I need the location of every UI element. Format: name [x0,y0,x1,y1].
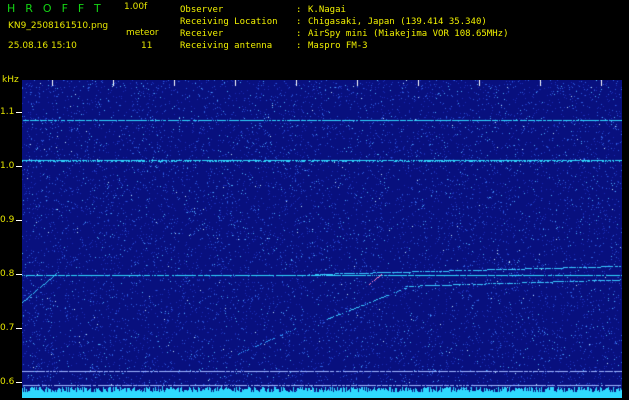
info-row-observer: Observer: K.Nagai [180,4,508,16]
y-tick-label: 1.0 [0,161,15,172]
info-key: Receiver [180,29,224,39]
info-colon: : [296,5,302,15]
spectrogram-canvas [22,80,622,398]
y-tick-label: 0.8 [0,269,15,280]
info-colon: : [296,41,302,51]
info-value: K.Nagai [308,5,346,15]
spectrogram-plot[interactable] [22,80,622,398]
y-tick-label: 1.1 [0,107,15,118]
info-row-receiver: Receiver: AirSpy mini (Miakejima VOR 108.… [180,28,508,40]
file-name: KN9_2508161510.png [8,21,109,31]
info-key: Receiving Location [180,17,278,27]
info-row-location: Receiving Location: Chigasaki, Japan (139… [180,16,508,28]
y-axis-unit: kHz [2,75,19,85]
observation-info: Observer: K.Nagai Receiving Location: Chig… [180,4,508,52]
y-tick-label: 0.7 [0,322,15,333]
y-tick-label: 0.6 [0,376,15,387]
info-value: AirSpy mini (Miakejima VOR 108.65MHz) [308,29,509,39]
app-title: HROFFT [7,2,111,15]
meteor-count: 11 [141,41,153,51]
info-value: Chigasaki, Japan (139.414 35.340) [308,17,487,27]
y-tick-label: 0.9 [0,215,15,226]
info-row-antenna: Receiving antenna: Maspro FM-3 [180,40,508,52]
info-key: Observer [180,5,224,15]
meteor-label: meteor [126,28,159,38]
version-label: 1.00f [124,2,148,12]
info-value: Maspro FM-3 [308,41,368,51]
info-key: Receiving antenna [180,41,273,51]
info-colon: : [296,17,302,27]
datetime: 25.08.16 15:10 [8,41,77,51]
info-colon: : [296,29,302,39]
